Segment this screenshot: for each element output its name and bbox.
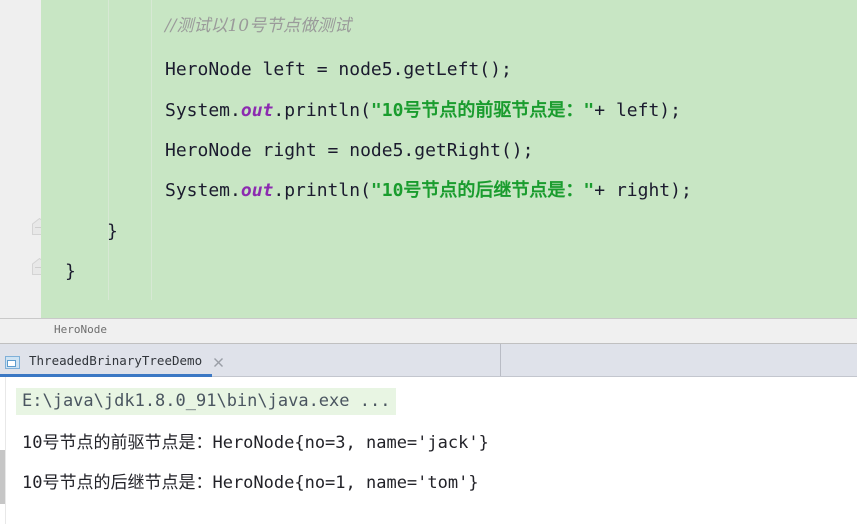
token-println: .println(: [273, 100, 371, 121]
token-system: System.: [165, 100, 241, 121]
code-line-declare-right: HeroNode right = node5.getRight();: [165, 140, 534, 161]
token-system: System.: [165, 180, 241, 201]
breadcrumb-item-heronode[interactable]: HeroNode: [54, 323, 107, 336]
code-line-comment: //测试以10号节点做测试: [165, 16, 352, 36]
code-line-declare-left: HeroNode left = node5.getLeft();: [165, 59, 512, 80]
indent-guide: [108, 0, 109, 300]
close-icon[interactable]: [212, 354, 225, 367]
code-text-area[interactable]: //测试以10号节点做测试 HeroNode left = node5.getL…: [41, 0, 857, 318]
run-configuration-icon: [5, 354, 20, 369]
run-panel-tab-strip[interactable]: ThreadedBrinaryTreeDemo: [0, 344, 857, 377]
console-output-line: 10号节点的后继节点是：HeroNode{no=1, name='tom'}: [22, 473, 479, 493]
console-left-rule: [5, 377, 6, 524]
indent-guide: [151, 0, 152, 300]
console-command-line: E:\java\jdk1.8.0_91\bin\java.exe ...: [16, 388, 397, 415]
token-out-field: out: [240, 180, 274, 201]
console-output-line: 10号节点的前驱节点是：HeroNode{no=3, name='jack'}: [22, 433, 489, 453]
console-scrollbar-thumb[interactable]: [0, 450, 5, 504]
token-string-literal: "10号节点的前驱节点是：": [370, 100, 595, 121]
token-concat-left: + left);: [594, 100, 681, 121]
tab-label: ThreadedBrinaryTreeDemo: [29, 352, 203, 368]
token-concat-right: + right);: [594, 180, 692, 201]
code-line-print-left: System.out.println("10号节点的前驱节点是："+ left)…: [165, 101, 681, 121]
code-line-close-method: }: [107, 221, 118, 242]
token-println: .println(: [273, 180, 371, 201]
token-string-literal: "10号节点的后继节点是：": [370, 180, 595, 201]
token-out-field: out: [240, 100, 274, 121]
code-editor[interactable]: //测试以10号节点做测试 HeroNode left = node5.getL…: [0, 0, 857, 318]
breadcrumb[interactable]: HeroNode: [0, 318, 857, 344]
code-line-print-right: System.out.println("10号节点的后继节点是："+ right…: [165, 181, 692, 201]
run-console[interactable]: E:\java\jdk1.8.0_91\bin\java.exe ... 10号…: [0, 377, 857, 524]
tab-strip-divider: [500, 344, 501, 376]
code-line-close-class: }: [65, 261, 76, 282]
editor-gutter[interactable]: [0, 0, 47, 318]
tab-threadedbrinarytreedemo[interactable]: ThreadedBrinaryTreeDemo: [0, 344, 225, 376]
